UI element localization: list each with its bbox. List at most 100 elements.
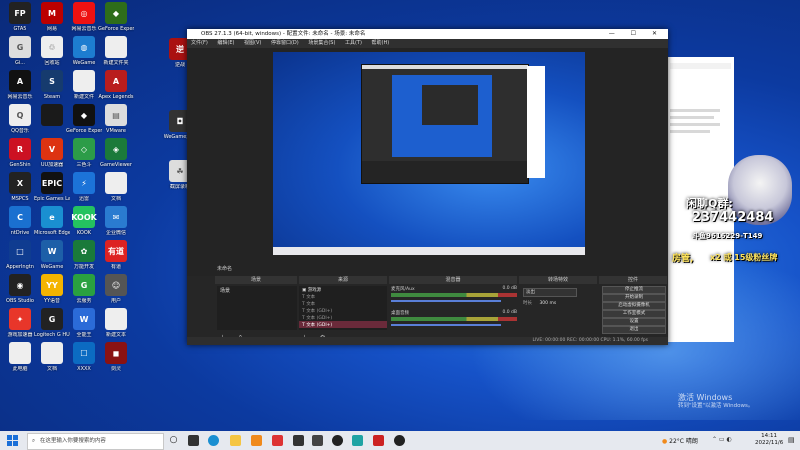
taskbar-app-icon[interactable]	[251, 435, 262, 446]
desktop-volume-slider[interactable]	[391, 324, 501, 326]
desktop-icon[interactable]: CntDrive	[2, 206, 38, 236]
source-item[interactable]: T 文本	[299, 293, 387, 300]
desktop-icon[interactable]: ◆ GeForce Experience	[98, 2, 134, 32]
desktop-icon[interactable]: X MSPCS	[2, 172, 38, 202]
mixer-track-desktop[interactable]: 桌面音频 0.0 dB	[391, 310, 517, 330]
desktop-icon[interactable]: ☺ 用户	[98, 274, 134, 304]
desktop-icon[interactable]: G Logitech G HUB	[34, 308, 70, 338]
taskbar-app-icon[interactable]	[312, 435, 323, 446]
desktop-icon[interactable]: ◼ 剑灵	[98, 342, 134, 372]
taskbar-app-icon[interactable]	[188, 435, 199, 446]
desktop-icon[interactable]: ▤ VMware	[98, 104, 134, 134]
desktop-icon[interactable]: 文档	[34, 342, 70, 372]
source-item[interactable]: ▣ 游戏源	[299, 286, 387, 293]
desktop-icon[interactable]: ✦ 游戏加速器	[2, 308, 38, 338]
desktop-icon[interactable]: ◉ OBS Studio	[2, 274, 38, 304]
app-icon: G	[9, 36, 31, 58]
scene-item[interactable]: 场景	[217, 286, 297, 295]
obs-preview[interactable]	[187, 48, 668, 276]
desktop-icon-label: 网易	[46, 26, 57, 32]
transition-select[interactable]: 淡出	[523, 288, 577, 297]
desktop-icon[interactable]: ✉ 企业微信	[98, 206, 134, 236]
desktop-meter	[391, 317, 517, 321]
desktop-icon[interactable]: 文档	[98, 172, 134, 202]
desktop-icon[interactable]: ✿ 万能开发	[66, 240, 102, 270]
desktop-icon[interactable]	[34, 104, 70, 128]
desktop-icon[interactable]: ◈ GameViewer	[98, 138, 134, 168]
desktop-icon[interactable]: 新建文件	[66, 70, 102, 100]
menu-tools[interactable]: 工具(T)	[345, 40, 362, 46]
desktop-icon[interactable]: A 网易云音乐	[2, 70, 38, 100]
menu-scene-collection[interactable]: 场景集合(S)	[308, 40, 335, 46]
start-button[interactable]	[7, 435, 18, 446]
desktop-icon[interactable]: G 云服务	[66, 274, 102, 304]
source-item[interactable]: T 文本 (GDI+)	[299, 307, 387, 314]
desktop-icon[interactable]: ◇ 三色斗	[66, 138, 102, 168]
desktop-icon[interactable]: 此电脑	[2, 342, 38, 372]
desktop-icon[interactable]: G Gi...	[2, 36, 38, 66]
desktop-icon[interactable]: YY YY语音	[34, 274, 70, 304]
source-item[interactable]: T 文本	[299, 300, 387, 307]
desktop-icon[interactable]: V UU加速器	[34, 138, 70, 168]
search-icon: ⌕	[32, 438, 36, 444]
source-item[interactable]: T 文本 (GDI+)	[299, 314, 387, 321]
desktop-icon[interactable]: ◆ GeForce Experience	[66, 104, 102, 134]
menu-edit[interactable]: 编辑(E)	[217, 40, 234, 46]
start-recording-button[interactable]: 开始录制	[602, 294, 666, 302]
mixer-track-mic[interactable]: 麦克风/Aux 0.0 dB	[391, 286, 517, 306]
desktop-icon-label: GameViewer	[100, 162, 132, 168]
desktop-icon[interactable]: □ ApperIngtn	[2, 240, 38, 270]
taskbar-app-icon[interactable]	[272, 435, 283, 446]
desktop-icon[interactable]: ◎ 网易云音乐	[66, 2, 102, 32]
taskbar-app-icon[interactable]	[352, 435, 363, 446]
taskbar-app-icon[interactable]	[373, 435, 384, 446]
desktop-icon[interactable]: R GenShin	[2, 138, 38, 168]
obs-window[interactable]: OBS 27.1.3 (64-bit, windows) - 配置文件: 未命名…	[187, 29, 668, 345]
duration-value[interactable]: 300 ms	[539, 301, 556, 306]
window-controls[interactable]: — ☐ ✕	[609, 29, 664, 39]
obs-titlebar[interactable]: OBS 27.1.3 (64-bit, windows) - 配置文件: 未命名…	[187, 29, 668, 39]
source-list[interactable]: ▣ 游戏源 T 文本 T 文本 T 文本 (GDI+) T 文本 (GDI+) …	[299, 286, 387, 330]
taskbar-app-icon[interactable]	[394, 435, 405, 446]
obs-taskbar-icon[interactable]	[332, 435, 343, 446]
system-tray[interactable]: ⌃ ▭ ◐	[712, 436, 732, 443]
taskbar-app-icon[interactable]	[293, 435, 304, 446]
desktop-icon[interactable]: A Apex Legends	[98, 70, 134, 100]
weather-widget[interactable]: ● 22°C 晴朗	[662, 436, 698, 445]
desktop-icon[interactable]: ♲ 回收站	[34, 36, 70, 66]
start-virtual-camera-button[interactable]: 启动虚拟摄像机	[602, 302, 666, 310]
desktop-icon[interactable]: W 全能王	[66, 308, 102, 338]
desktop-icon[interactable]: W WeGame	[34, 240, 70, 270]
desktop-icon[interactable]: S Steam	[34, 70, 70, 100]
desktop-icon[interactable]: 新建文本	[98, 308, 134, 338]
desktop-icon[interactable]: 新建文件夹	[98, 36, 134, 66]
desktop-icon[interactable]: FP GTA5	[2, 2, 38, 32]
edge-icon[interactable]	[208, 435, 219, 446]
desktop-icon[interactable]: ☐ XXXX	[66, 342, 102, 372]
desktop-icon[interactable]: EPIC Epic Games Launcher	[34, 172, 70, 202]
desktop-icon[interactable]: KOOK KOOK	[66, 206, 102, 236]
desktop-icon[interactable]: ◍ WeGame	[66, 36, 102, 66]
exit-button[interactable]: 退出	[602, 326, 666, 334]
studio-mode-button[interactable]: 工作室模式	[602, 310, 666, 318]
menu-docks[interactable]: 停靠窗口(D)	[271, 40, 299, 46]
taskbar-search[interactable]: ⌕ 在这里输入你要搜索的内容	[27, 433, 164, 450]
scene-list[interactable]: 场景	[217, 286, 297, 330]
menu-view[interactable]: 视图(V)	[244, 40, 261, 46]
desktop-icon[interactable]: e Microsoft Edge	[34, 206, 70, 236]
desktop-icon[interactable]: 有道 有道	[98, 240, 134, 270]
notification-icon[interactable]: ▤	[788, 436, 795, 444]
file-explorer-icon[interactable]	[230, 435, 241, 446]
desktop-icon[interactable]: M 网易	[34, 2, 70, 32]
desktop-icon-label: Epic Games Launcher	[34, 196, 70, 202]
desktop-icon[interactable]: ⚡ 迅雷	[66, 172, 102, 202]
menu-help[interactable]: 帮助(H)	[372, 40, 390, 46]
mic-volume-slider[interactable]	[391, 300, 501, 302]
settings-button[interactable]: 设置	[602, 318, 666, 326]
desktop-icon[interactable]: Q QQ音乐	[2, 104, 38, 134]
stop-streaming-button[interactable]: 停止推流	[602, 286, 666, 294]
menu-file[interactable]: 文件(F)	[191, 40, 208, 46]
clock[interactable]: 14:11 2022/11/6	[755, 433, 783, 447]
source-item-selected[interactable]: T 文本 (GDI+)	[299, 321, 387, 328]
task-view-icon[interactable]: ○	[168, 435, 179, 446]
